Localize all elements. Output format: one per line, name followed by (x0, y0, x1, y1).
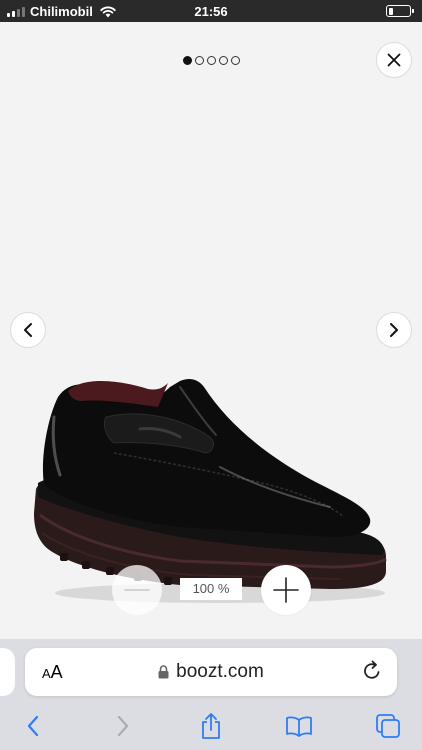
bookmarks-icon (286, 716, 312, 737)
status-bar: Chilimobil 21:56 (0, 0, 422, 22)
product-image-gallery[interactable]: 100 % (0, 22, 422, 639)
product-image (34, 379, 387, 603)
url-text: boozt.com (176, 661, 264, 682)
tabs-icon (376, 714, 400, 738)
chevron-left-icon (24, 323, 32, 337)
pagination-dots (0, 56, 422, 65)
reload-icon[interactable] (361, 660, 383, 682)
pagination-dot[interactable] (182, 56, 192, 65)
back-button[interactable] (18, 711, 48, 741)
minus-icon (124, 589, 150, 591)
close-icon (387, 53, 401, 67)
pagination-dot[interactable] (230, 56, 240, 65)
chevron-right-icon (390, 323, 398, 337)
battery-icon (386, 5, 414, 17)
previous-tab-peek[interactable] (0, 648, 15, 696)
safari-toolbar (0, 709, 422, 743)
zoom-level-indicator: 100 % (180, 578, 242, 600)
zoom-in-button[interactable] (261, 565, 311, 615)
zoom-out-button[interactable] (112, 565, 162, 615)
close-button[interactable] (376, 42, 412, 78)
next-image-button[interactable] (376, 312, 412, 348)
share-icon (202, 713, 220, 739)
pagination-dot[interactable] (218, 56, 228, 65)
url-display[interactable]: boozt.com (25, 661, 397, 683)
tabs-button[interactable] (373, 711, 403, 741)
bookmarks-button[interactable] (284, 711, 314, 741)
plus-icon (273, 577, 299, 603)
forward-button[interactable] (108, 711, 138, 741)
previous-image-button[interactable] (10, 312, 46, 348)
address-bar[interactable]: AA boozt.com (25, 648, 397, 696)
lock-icon (158, 665, 169, 679)
clock: 21:56 (194, 4, 228, 19)
pagination-dot[interactable] (206, 56, 216, 65)
share-button[interactable] (196, 711, 226, 741)
back-arrow-icon (27, 715, 39, 737)
battery-fill (388, 7, 394, 15)
browser-toolbar-area: AA boozt.com (0, 639, 422, 750)
forward-arrow-icon (117, 715, 129, 737)
pagination-dot[interactable] (194, 56, 204, 65)
